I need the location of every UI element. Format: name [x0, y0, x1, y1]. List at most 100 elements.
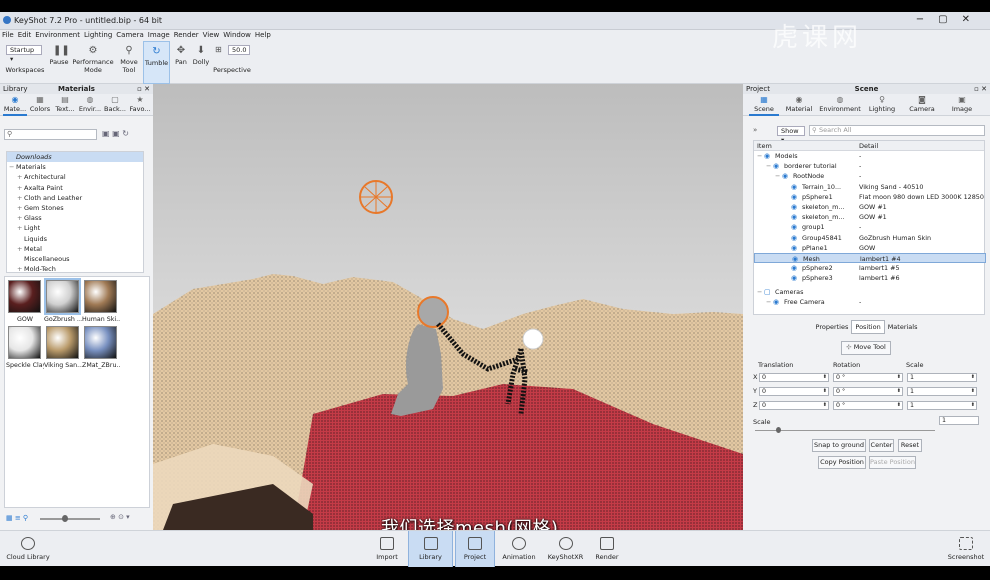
- library-tree-item[interactable]: + Light: [7, 223, 143, 233]
- visibility-eye-icon[interactable]: ◉: [791, 202, 797, 212]
- project-tab-material[interactable]: ◉ Material: [783, 94, 815, 116]
- project-tab-image[interactable]: ▣ Image: [945, 94, 979, 116]
- project-tab-lighting[interactable]: ♀ Lighting: [865, 94, 899, 116]
- menu-environment[interactable]: Environment: [33, 30, 82, 41]
- rot-x-input[interactable]: 0 ° ⬍: [833, 373, 903, 382]
- library-tab-0[interactable]: ◉ Mate...: [3, 94, 27, 116]
- trans-z-input[interactable]: 0 ⬍: [759, 401, 829, 410]
- expander-icon[interactable]: −: [757, 151, 762, 161]
- scene-row[interactable]: ◉ skeleton_m... GOW #1: [754, 202, 986, 212]
- expander-icon[interactable]: +: [17, 193, 24, 203]
- move-tool-button[interactable]: ⊹ Move Tool: [841, 341, 891, 355]
- visibility-eye-icon[interactable]: ▢: [764, 287, 771, 297]
- expander-icon[interactable]: −: [766, 297, 771, 307]
- menu-camera[interactable]: Camera: [114, 30, 145, 41]
- pause-button[interactable]: ❚❚ Pause: [47, 41, 71, 84]
- material-swatch[interactable]: [84, 280, 117, 313]
- spinner-icon[interactable]: ⬍: [823, 373, 827, 381]
- bottom-animation-button[interactable]: Animation: [497, 531, 541, 567]
- visibility-eye-icon[interactable]: ◉: [764, 151, 770, 161]
- subtab-materials[interactable]: Materials: [885, 321, 921, 333]
- tumble-button[interactable]: ↻ Tumble: [143, 41, 170, 84]
- workspaces-button[interactable]: Workspaces: [4, 41, 46, 84]
- scene-row[interactable]: ◉ pSphere2 lambert1 #5: [754, 263, 986, 273]
- scene-row[interactable]: ◉ Mesh lambert1 #4: [754, 253, 986, 264]
- material-swatch[interactable]: [46, 326, 79, 359]
- bottom-keyshotxr-button[interactable]: KeyShotXR: [543, 531, 588, 567]
- visibility-eye-icon[interactable]: ◉: [791, 182, 797, 192]
- library-tree-item[interactable]: Downloads: [7, 152, 143, 163]
- library-tab-5[interactable]: ★ Favo...: [128, 94, 152, 116]
- snap-to-ground-button[interactable]: Snap to ground: [812, 439, 866, 452]
- scale-y-input[interactable]: 1 ⬍: [907, 387, 977, 396]
- trans-x-input[interactable]: 0 ⬍: [759, 373, 829, 382]
- spinner-icon[interactable]: ⬍: [897, 373, 901, 381]
- library-tree-item[interactable]: + Cloth and Leather: [7, 193, 143, 203]
- library-tree-item[interactable]: + Glass: [7, 213, 143, 223]
- spinner-icon[interactable]: ⬍: [897, 401, 901, 409]
- move-tool-button[interactable]: ⚲ Move Tool: [117, 41, 141, 84]
- show-dropdown[interactable]: Show ▾: [777, 126, 805, 144]
- spinner-icon[interactable]: ⬍: [971, 401, 975, 409]
- expander-icon[interactable]: +: [17, 183, 24, 193]
- menu-image[interactable]: Image: [146, 30, 172, 41]
- slider-handle[interactable]: [62, 515, 68, 522]
- visibility-eye-icon[interactable]: ◉: [782, 171, 788, 181]
- expander-icon[interactable]: −: [9, 162, 16, 172]
- menu-view[interactable]: View: [201, 30, 222, 41]
- center-button[interactable]: Center: [869, 439, 894, 452]
- material-swatch[interactable]: [84, 326, 117, 359]
- pan-button[interactable]: ✥ Pan: [172, 41, 190, 84]
- bottom-library-button[interactable]: Library: [408, 531, 453, 567]
- expander-icon[interactable]: +: [17, 203, 24, 213]
- visibility-eye-icon[interactable]: ◉: [791, 263, 797, 273]
- scene-row[interactable]: ◉ pSphere1 Flat moon 980 down LED 3000K 12…: [754, 192, 986, 202]
- scene-row[interactable]: − ◉ Free Camera -: [754, 297, 986, 307]
- bottom-render-button[interactable]: Render: [588, 531, 626, 567]
- expand-icon[interactable]: »: [753, 126, 757, 134]
- visibility-eye-icon[interactable]: ◉: [791, 273, 797, 283]
- perspective-button[interactable]: Perspective: [212, 41, 252, 84]
- expander-icon[interactable]: +: [17, 264, 24, 274]
- scene-search-input[interactable]: ⚲ Search All: [809, 125, 985, 136]
- reset-button[interactable]: Reset: [898, 439, 922, 452]
- library-tree-item[interactable]: + Mold-Tech: [7, 264, 143, 274]
- scene-row[interactable]: ◉ skeleton_m... GOW #1: [754, 212, 986, 222]
- material-swatch[interactable]: [8, 280, 41, 313]
- scene-render[interactable]: [153, 84, 743, 530]
- scene-row[interactable]: ◉ Terrain_10... Viking Sand - 40510: [754, 182, 986, 192]
- visibility-eye-icon[interactable]: ◉: [791, 212, 797, 222]
- paste-position-button[interactable]: Paste Position: [869, 456, 916, 469]
- bottom-project-button[interactable]: Project: [455, 531, 495, 567]
- cloud-library-button[interactable]: Cloud Library: [3, 531, 53, 567]
- expander-icon[interactable]: +: [17, 223, 24, 233]
- project-tab-environment[interactable]: ◍ Environment: [819, 94, 861, 116]
- folder-icons[interactable]: ▣ ▣ ↻: [102, 129, 129, 138]
- library-tree-item[interactable]: + Architectural: [7, 172, 143, 182]
- rot-z-input[interactable]: 0 ° ⬍: [833, 401, 903, 410]
- scene-row[interactable]: − ▢ Cameras: [754, 287, 986, 297]
- download-upload-icons[interactable]: ⊕ ⊙ ▾: [110, 513, 130, 521]
- menu-render[interactable]: Render: [172, 30, 201, 41]
- expander-icon[interactable]: +: [17, 172, 24, 182]
- performance-mode-button[interactable]: ⚙ Performance Mode: [72, 41, 114, 84]
- library-tree-item[interactable]: Miscellaneous: [7, 254, 143, 264]
- spinner-icon[interactable]: ⬍: [823, 387, 827, 395]
- thumbnail-size-slider[interactable]: [40, 518, 100, 520]
- expander-icon[interactable]: −: [766, 161, 771, 171]
- library-tree-item[interactable]: + Gem Stones: [7, 203, 143, 213]
- scale-z-input[interactable]: 1 ⬍: [907, 401, 977, 410]
- spinner-icon[interactable]: ⬍: [823, 401, 827, 409]
- scene-row[interactable]: ◉ pPlane1 GOW: [754, 243, 986, 253]
- library-tree-item[interactable]: − Materials: [7, 162, 143, 172]
- library-tab-4[interactable]: ▢ Back...: [103, 94, 127, 116]
- expander-icon[interactable]: −: [775, 171, 780, 181]
- library-tree-item[interactable]: Liquids: [7, 234, 143, 244]
- view-mode-icons[interactable]: ▦ ≡ ⚲: [6, 514, 28, 522]
- dolly-button[interactable]: ⬇ Dolly: [191, 41, 211, 84]
- menu-lighting[interactable]: Lighting: [82, 30, 114, 41]
- visibility-eye-icon[interactable]: ◉: [791, 222, 797, 232]
- spinner-icon[interactable]: ⬍: [897, 387, 901, 395]
- scene-row[interactable]: ◉ Group45841 GoZbrush Human Skin: [754, 233, 986, 243]
- panel-controls-icon[interactable]: ▫ ✕: [137, 84, 150, 94]
